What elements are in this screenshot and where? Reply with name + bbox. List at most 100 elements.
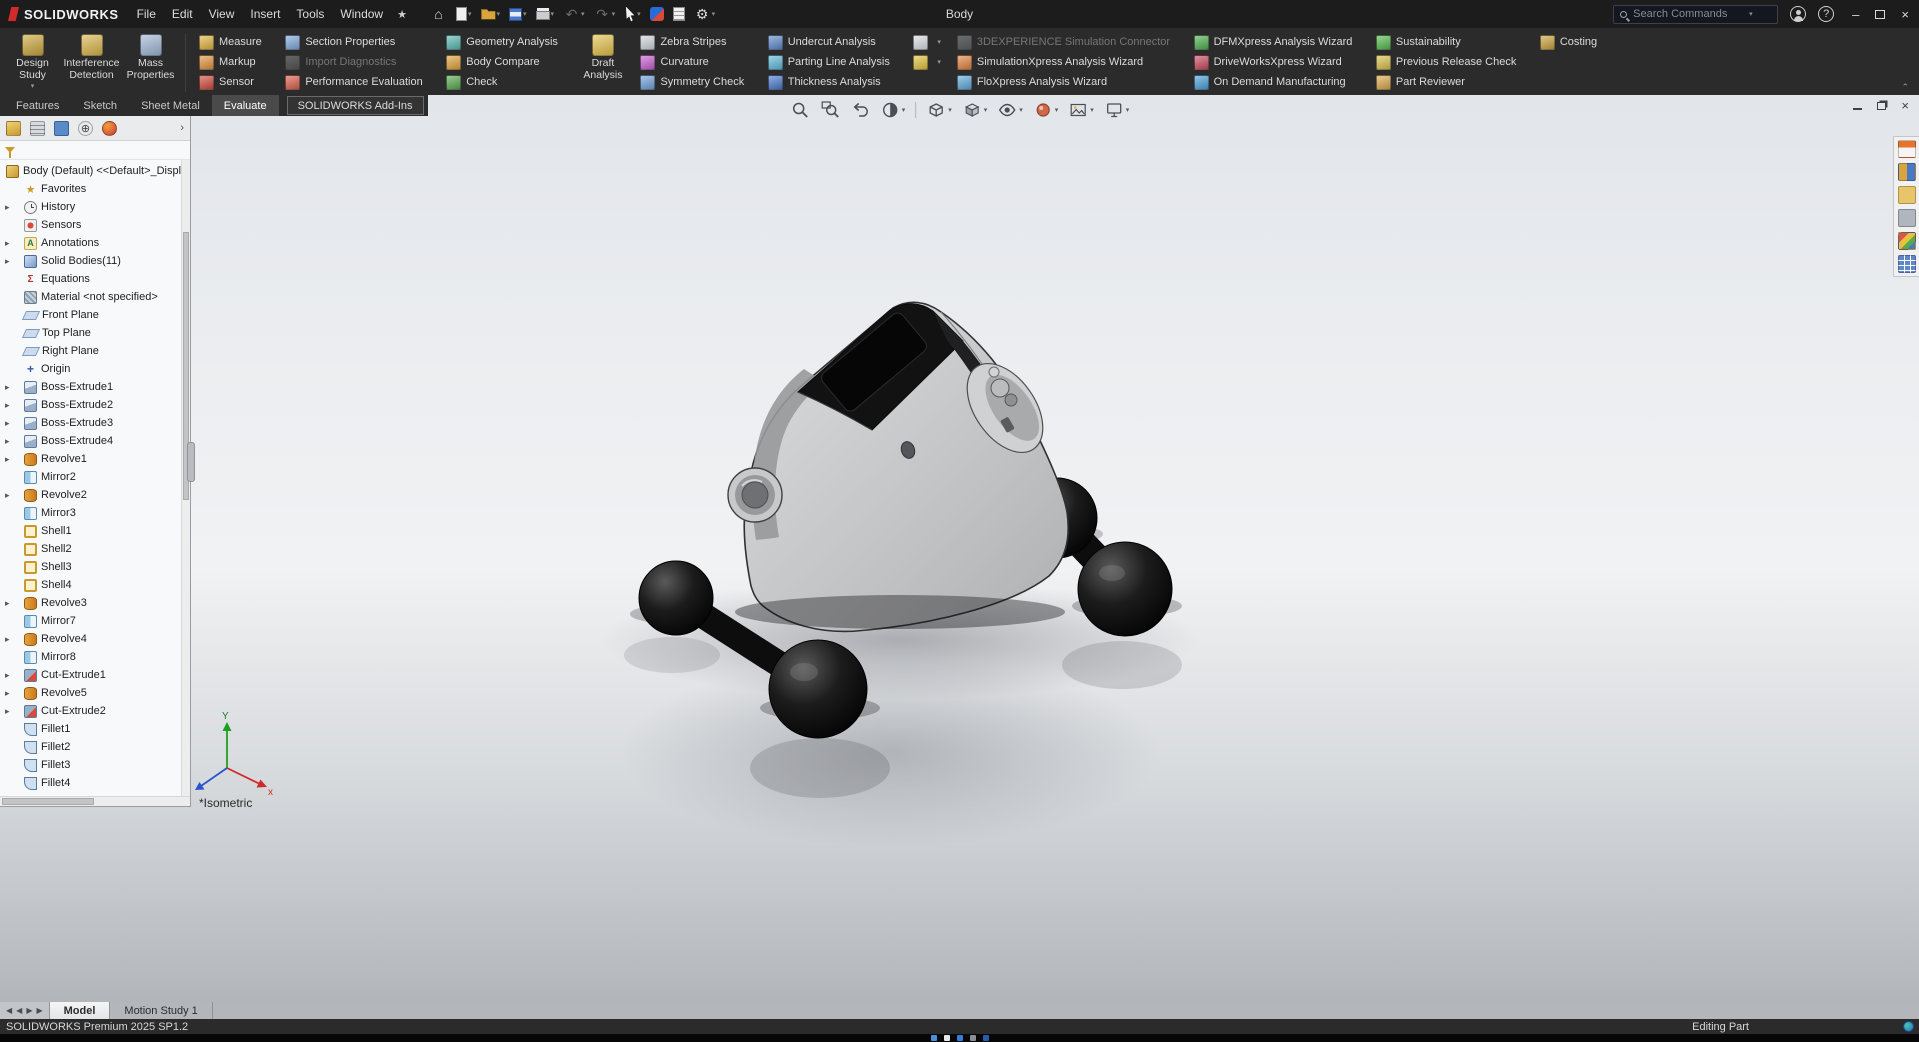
tree-item[interactable]: ▸ Equations: [0, 270, 190, 288]
tree-item[interactable]: ▸ Fillet1: [0, 720, 190, 738]
command-search[interactable]: ▾: [1613, 5, 1778, 24]
ribbon-button[interactable]: DFMXpress Analysis Wizard ▾: [1187, 32, 1367, 52]
prev-tab-icon[interactable]: ◀: [16, 1006, 22, 1015]
ribbon-button[interactable]: Part Reviewer ▾: [1369, 72, 1531, 92]
expand-arrow-icon[interactable]: ▸: [5, 418, 10, 429]
ribbon-button[interactable]: Parting Line Analysis ▾: [761, 52, 905, 72]
graphics-viewport[interactable]: Y x z *Isometric ▾ ▾ ▾ ▾: [0, 95, 1919, 1002]
ribbon-button[interactable]: Measure ▾: [192, 32, 276, 52]
tree-item[interactable]: ▸ Front Plane: [0, 306, 190, 324]
tree-item[interactable]: ▸ Solid Bodies(11): [0, 252, 190, 270]
tree-item[interactable]: ▸ Origin: [0, 360, 190, 378]
tree-item[interactable]: ▸ Boss-Extrude1: [0, 378, 190, 396]
tree-item[interactable]: ▸ Shell1: [0, 522, 190, 540]
tree-item[interactable]: ▸ Shell4: [0, 576, 190, 594]
print-icon[interactable]: ▾: [533, 6, 558, 22]
doc-close-icon[interactable]: ×: [1901, 99, 1909, 112]
custom-properties-icon[interactable]: [1898, 255, 1916, 273]
ribbon-button[interactable]: Sensor ▾: [192, 72, 276, 92]
tree-item[interactable]: ▸ History: [0, 198, 190, 216]
menu-item[interactable]: Tools: [288, 0, 332, 28]
save-icon[interactable]: ▾: [506, 6, 530, 23]
design-library-icon[interactable]: [1898, 163, 1916, 181]
tree-item[interactable]: ▸ Annotations: [0, 234, 190, 252]
home-icon[interactable]: ⌂: [427, 4, 450, 25]
ribbon-button[interactable]: On Demand Manufacturing ▾: [1187, 72, 1367, 92]
ribbon-collapse-chevron[interactable]: ⌃: [1901, 82, 1909, 93]
search-input[interactable]: [1633, 8, 1743, 20]
bottom-tab[interactable]: Model: [50, 1002, 111, 1019]
file-explorer-icon[interactable]: [1898, 186, 1916, 204]
ribbon-button[interactable]: Geometry Analysis ▾: [439, 32, 572, 52]
command-tab[interactable]: Sheet Metal: [129, 95, 212, 116]
tree-item[interactable]: ▸ Revolve4: [0, 630, 190, 648]
tree-item[interactable]: ▸ Revolve1: [0, 450, 190, 468]
featuremanager-tab-icon[interactable]: [6, 121, 21, 136]
ribbon-button[interactable]: Body Compare ▾: [439, 52, 572, 72]
undo-icon[interactable]: ↶▾: [560, 4, 588, 25]
ribbon-button[interactable]: Check ▾: [439, 72, 572, 92]
appearances-icon[interactable]: [1898, 232, 1916, 250]
doc-minimize-icon[interactable]: [1853, 108, 1862, 110]
tree-item[interactable]: ▸ Fillet4: [0, 774, 190, 792]
ribbon-button[interactable]: Thickness Analysis ▾: [761, 72, 905, 92]
view-palette-icon[interactable]: [1898, 209, 1916, 227]
ribbon-button[interactable]: Curvature ▾: [633, 52, 758, 72]
taskbar-icon[interactable]: [944, 1035, 950, 1041]
model-canvas[interactable]: Y x z: [0, 95, 1919, 1002]
user-account-icon[interactable]: [1790, 6, 1806, 22]
previous-view-icon[interactable]: [847, 99, 873, 121]
tree-item[interactable]: ▸ Shell3: [0, 558, 190, 576]
ribbon-button[interactable]: Import Diagnostics ▾: [278, 52, 437, 72]
ribbon-button[interactable]: DriveWorksXpress Wizard ▾: [1187, 52, 1367, 72]
tree-item[interactable]: ▸ Mirror2: [0, 468, 190, 486]
help-icon[interactable]: ?: [1818, 6, 1834, 22]
ribbon-large-button[interactable]: Interference Detection ▾: [63, 31, 120, 91]
ribbon-large-button[interactable]: Design Study ▾: [4, 31, 61, 91]
configurationmanager-tab-icon[interactable]: [54, 121, 69, 136]
windows-taskbar[interactable]: [0, 1034, 1919, 1042]
expand-arrow-icon[interactable]: ▸: [5, 454, 10, 465]
tree-item[interactable]: ▸ Revolve3: [0, 594, 190, 612]
zoom-to-fit-icon[interactable]: [787, 99, 813, 121]
tree-item[interactable]: ▸ Right Plane: [0, 342, 190, 360]
ribbon-button[interactable]: SimulationXpress Analysis Wizard ▾: [950, 52, 1185, 72]
zoom-to-area-icon[interactable]: [817, 99, 843, 121]
last-tab-icon[interactable]: ▶: [36, 1006, 42, 1015]
ribbon-button[interactable]: Previous Release Check ▾: [1369, 52, 1531, 72]
ribbon-button[interactable]: Zebra Stripes ▾: [633, 32, 758, 52]
dimxpertmanager-tab-icon[interactable]: ⊕: [78, 121, 93, 136]
displaymanager-tab-icon[interactable]: [102, 121, 117, 136]
expand-arrow-icon[interactable]: ▸: [5, 238, 10, 249]
tree-item[interactable]: ▸ Boss-Extrude2: [0, 396, 190, 414]
tree-item[interactable]: ▸ Revolve5: [0, 684, 190, 702]
panel-splitter-grip[interactable]: [187, 442, 195, 482]
redo-icon[interactable]: ↷▾: [591, 4, 619, 25]
display-style-icon[interactable]: ▾: [959, 99, 991, 121]
options-gear-icon[interactable]: ⚙▾: [691, 4, 719, 25]
tab-solidworks-add-ins[interactable]: SOLIDWORKS Add-Ins: [287, 96, 424, 115]
menu-item[interactable]: Window: [332, 0, 391, 28]
hide-show-items-icon[interactable]: ▾: [994, 99, 1026, 121]
solidworks-resources-icon[interactable]: [1898, 140, 1916, 158]
status-globe-icon[interactable]: [1903, 1021, 1914, 1032]
taskbar-icon[interactable]: [931, 1035, 937, 1041]
shortcut-star-icon[interactable]: ★: [391, 8, 413, 21]
tree-item[interactable]: ▸ Body (Default) <<Default>_Display: [0, 162, 190, 180]
tree-item[interactable]: ▸ Cut-Extrude2: [0, 702, 190, 720]
tree-item[interactable]: ▸ Mirror8: [0, 648, 190, 666]
expand-tabs-chevron-icon[interactable]: ›: [180, 122, 184, 134]
tree-item[interactable]: ▸ Revolve2: [0, 486, 190, 504]
tree-item[interactable]: ▸ Top Plane: [0, 324, 190, 342]
first-tab-icon[interactable]: ◀: [6, 1006, 12, 1015]
scrollbar-thumb[interactable]: [2, 798, 94, 805]
menu-item[interactable]: Insert: [242, 0, 288, 28]
bottom-tab[interactable]: Motion Study 1: [110, 1002, 212, 1019]
expand-arrow-icon[interactable]: ▸: [5, 490, 10, 501]
open-icon[interactable]: ▾: [478, 7, 504, 22]
file-properties-icon[interactable]: [670, 5, 688, 23]
expand-arrow-icon[interactable]: ▸: [5, 634, 10, 645]
edit-appearance-icon[interactable]: ▾: [1030, 99, 1062, 121]
3dexperience-icon[interactable]: [647, 5, 667, 23]
menu-item[interactable]: File: [129, 0, 164, 28]
